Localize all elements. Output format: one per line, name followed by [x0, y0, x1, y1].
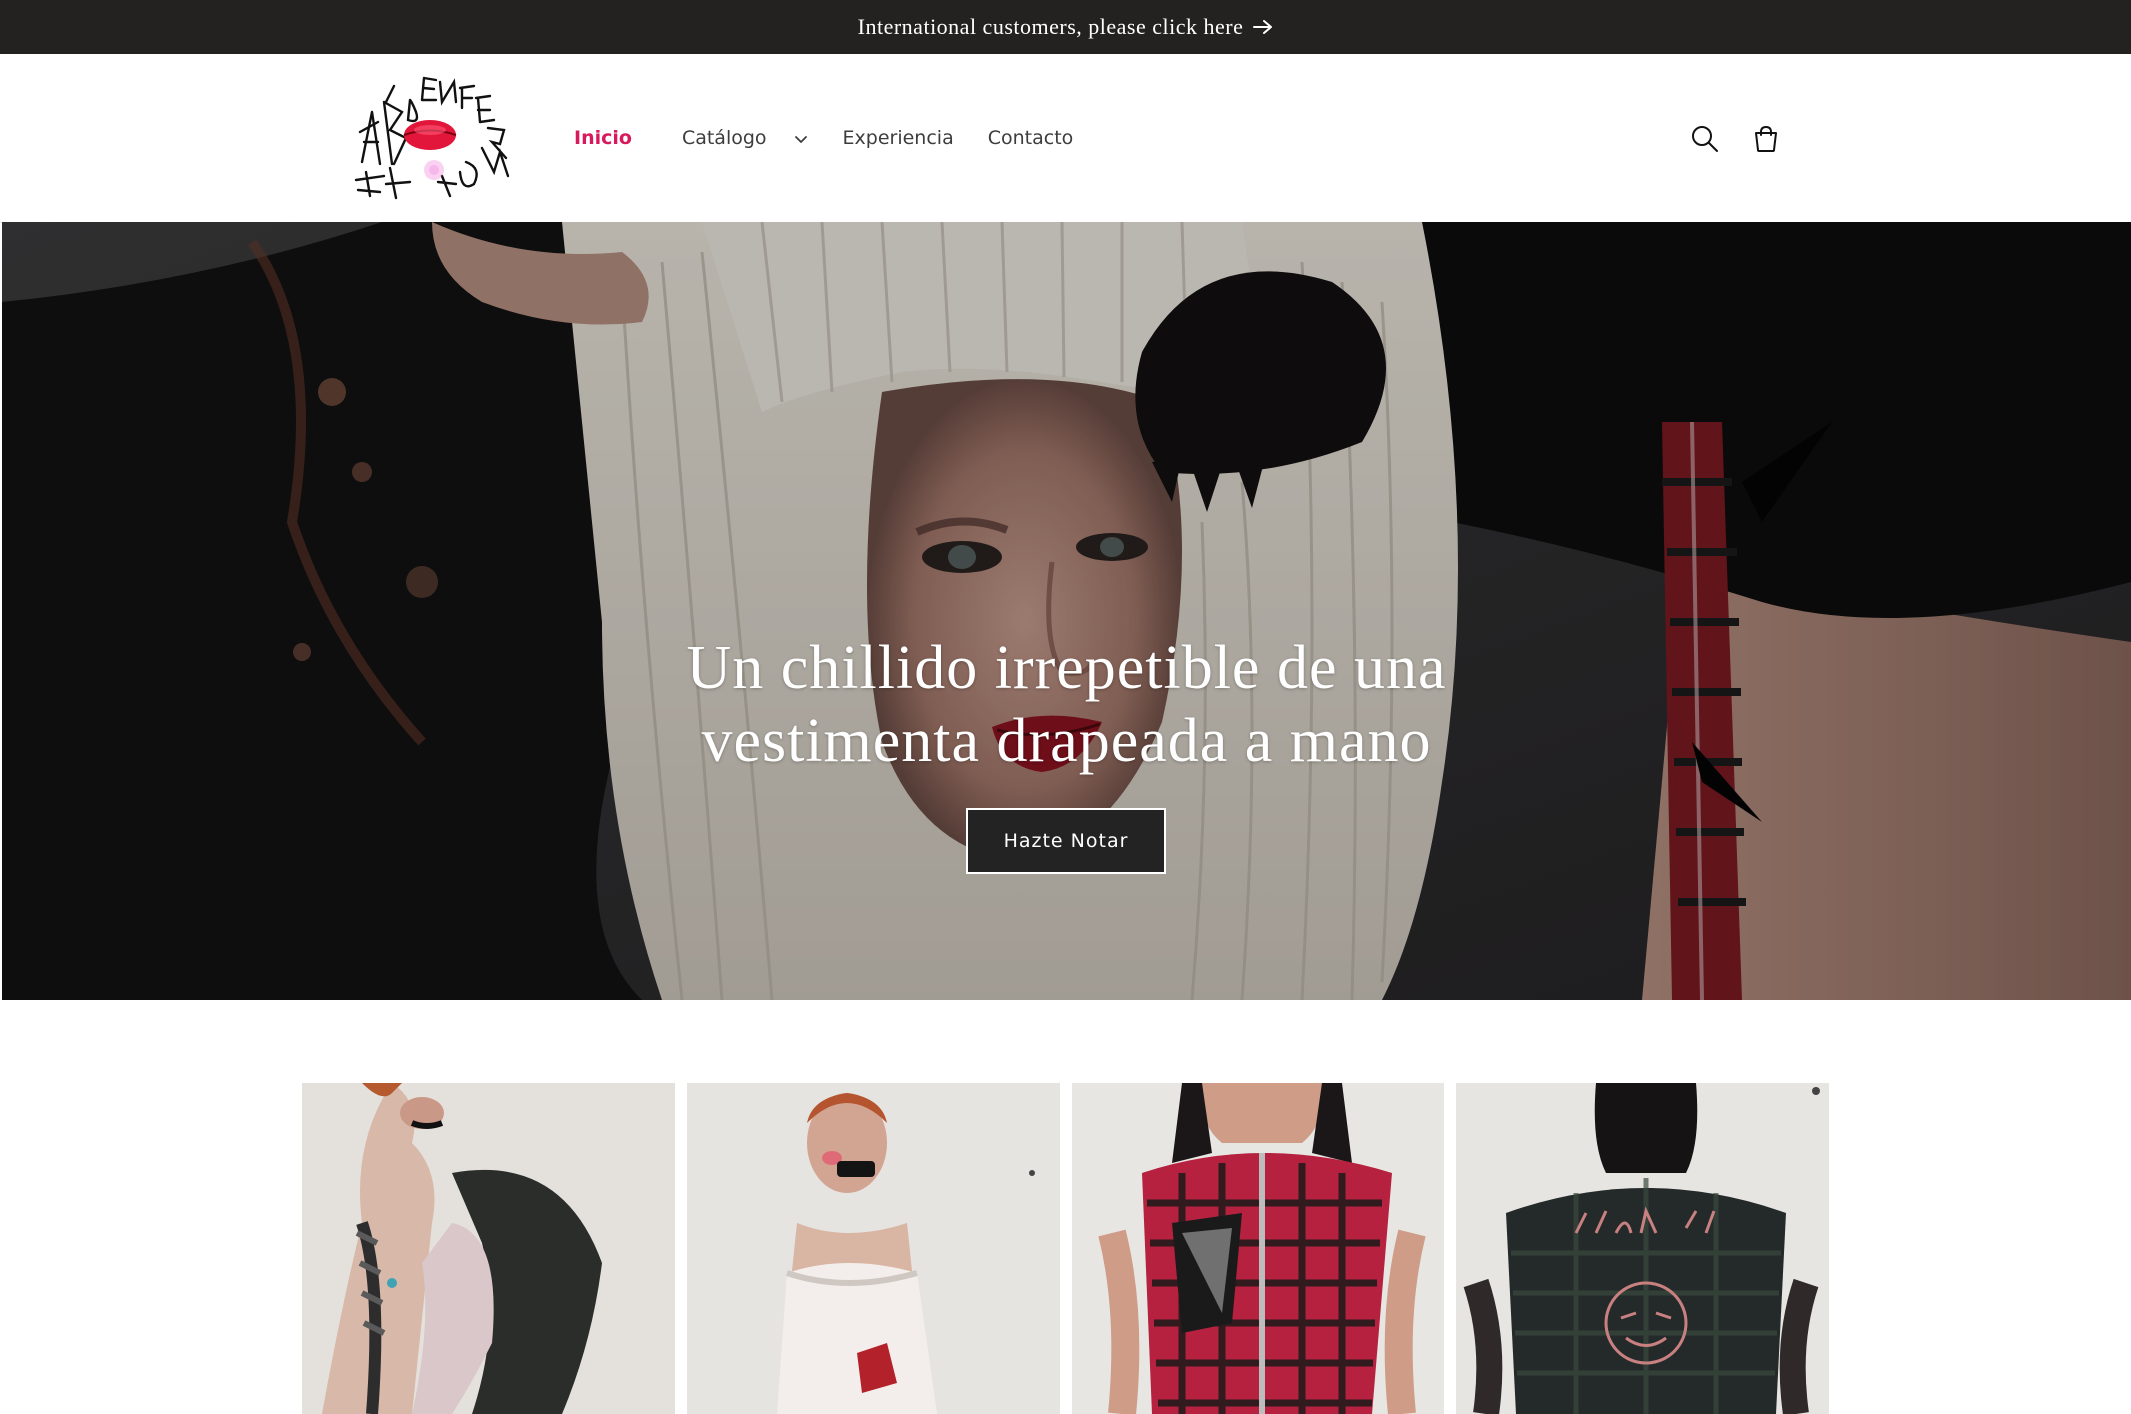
product-card-1[interactable] — [302, 1083, 675, 1414]
product-image — [686, 1083, 1060, 1414]
nav-item-inicio[interactable]: Inicio — [574, 127, 632, 149]
arrow-right-icon — [1253, 15, 1273, 40]
chevron-down-icon — [793, 130, 809, 146]
product-image — [1456, 1083, 1829, 1414]
product-card-2[interactable] — [686, 1083, 1060, 1414]
cart-icon[interactable] — [1748, 121, 1784, 157]
product-image — [1071, 1083, 1445, 1414]
announcement-text: International customers, please click he… — [857, 14, 1244, 39]
hero-heading-line2: vestimenta drapeada a mano — [701, 707, 1432, 775]
nav-item-contacto[interactable]: Contacto — [988, 127, 1074, 149]
product-card-4[interactable] — [1456, 1083, 1829, 1414]
nav-item-label: Catálogo — [681, 127, 767, 149]
product-image — [302, 1083, 675, 1414]
main-nav: Inicio Catálogo Experiencia Contacto — [574, 54, 1107, 222]
hero-banner: Un chillido irrepetible de una vestiment… — [2, 222, 2131, 1000]
nav-item-experiencia[interactable]: Experiencia — [843, 127, 954, 149]
announcement-link[interactable]: International customers, please click he… — [858, 14, 1274, 40]
product-card-3[interactable] — [1071, 1083, 1445, 1414]
product-grid — [302, 1083, 1829, 1414]
nav-item-label: Experiencia — [842, 127, 954, 149]
brand-logo[interactable] — [350, 72, 510, 207]
announcement-bar: International customers, please click he… — [0, 0, 2131, 55]
hero-heading: Un chillido irrepetible de una vestiment… — [2, 632, 2131, 778]
hero-overlay — [2, 222, 2131, 1000]
nav-item-label: Contacto — [987, 127, 1074, 149]
hero-cta-button[interactable]: Hazte Notar — [966, 808, 1166, 874]
nav-item-label: Inicio — [574, 127, 632, 149]
search-icon[interactable] — [1687, 121, 1723, 157]
hero-heading-line1: Un chillido irrepetible de una — [686, 634, 1447, 702]
nav-item-catalogo[interactable]: Catálogo — [682, 127, 809, 149]
site-header: Inicio Catálogo Experiencia Contacto — [0, 54, 2131, 223]
